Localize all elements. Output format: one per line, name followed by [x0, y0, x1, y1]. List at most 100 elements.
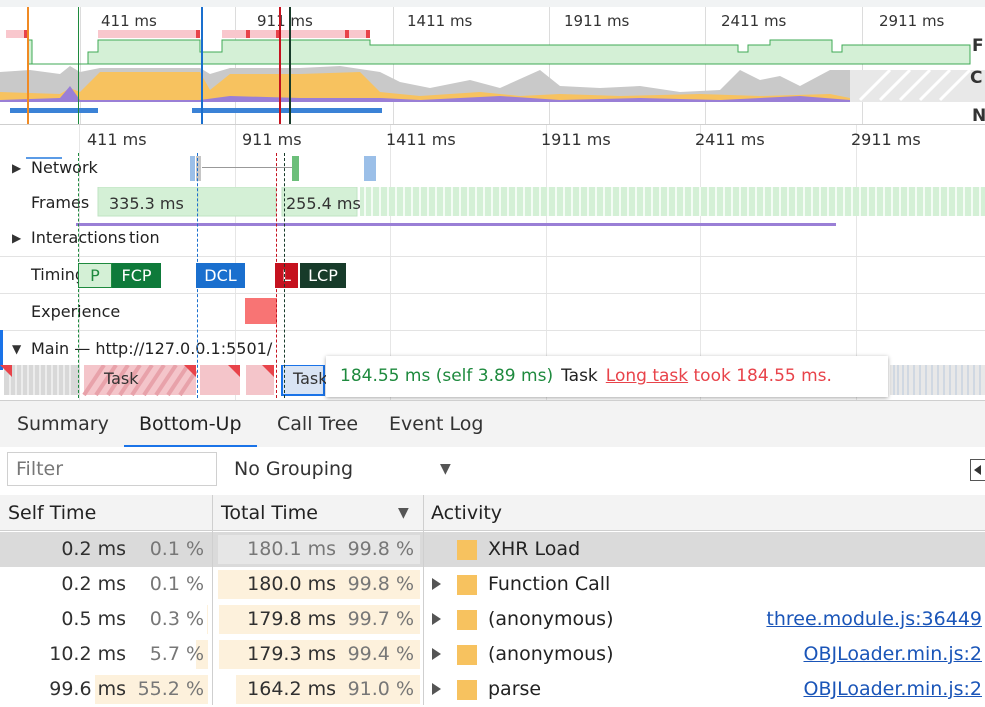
- table-row[interactable]: 99.6 ms 55.2 % 164.2 ms 91.0 % parse OBJLoade…: [0, 672, 985, 707]
- table-row[interactable]: 0.5 ms 0.3 % 179.8 ms 99.7 % (anonymous) thre…: [0, 602, 985, 637]
- activity-name: Function Call: [488, 573, 611, 595]
- chevron-down-icon: ▼: [440, 461, 451, 477]
- load-line: [276, 153, 277, 398]
- total-time-percent: 91.0 %: [347, 678, 414, 700]
- network-track-label[interactable]: Network: [31, 158, 98, 177]
- self-time-value: 10.2 ms: [49, 643, 126, 665]
- scripting-category-icon: [457, 540, 477, 560]
- tooltip-suffix: took 184.55 ms.: [693, 366, 832, 386]
- total-time-percent: 99.8 %: [347, 538, 414, 560]
- timeline-tick-label: 1911 ms: [541, 130, 611, 149]
- frame-duration[interactable]: 335.3 ms: [109, 194, 184, 213]
- timeline-tick-label: 2411 ms: [695, 130, 765, 149]
- self-time-percent: 0.1 %: [149, 573, 204, 595]
- lcp-line: [284, 153, 285, 398]
- track-divider: [0, 293, 985, 294]
- fcp-marker[interactable]: FCP: [112, 263, 161, 288]
- dcl-marker[interactable]: DCL: [196, 263, 245, 288]
- scripting-category-icon: [457, 680, 477, 700]
- column-divider: [212, 495, 213, 705]
- main-track-label[interactable]: Main — http://127.0.0.1:5501/: [31, 339, 272, 358]
- self-time-value: 0.2 ms: [61, 573, 126, 595]
- column-divider: [423, 495, 424, 705]
- timeline-tick-label: 411 ms: [87, 130, 147, 149]
- grouping-select[interactable]: No Grouping ▼: [234, 452, 459, 486]
- scripting-category-icon: [457, 610, 477, 630]
- overview-net-label: N: [972, 106, 985, 126]
- total-time-value: 180.1 ms: [247, 538, 336, 560]
- load-marker[interactable]: L: [275, 263, 298, 288]
- interactions-expand-icon[interactable]: ▶: [12, 231, 21, 245]
- self-time-percent: 55.2 %: [137, 678, 204, 700]
- task-tooltip: 184.55 ms (self 3.89 ms) Task Long task to…: [326, 356, 888, 397]
- self-time-value: 0.2 ms: [61, 538, 126, 560]
- long-task-link[interactable]: Long task: [606, 366, 688, 386]
- frames-track-label[interactable]: Frames: [31, 193, 89, 212]
- total-time-value: 180.0 ms: [247, 573, 336, 595]
- expand-row-icon[interactable]: [432, 578, 441, 590]
- timeline-overview[interactable]: 411 ms 911 ms 1411 ms 1911 ms 2411 ms 29…: [0, 0, 985, 126]
- total-time-value: 179.3 ms: [247, 643, 336, 665]
- self-time-percent: 5.7 %: [149, 643, 204, 665]
- self-time-bar: [207, 605, 208, 634]
- main-task-label[interactable]: Task: [104, 369, 139, 388]
- total-time-percent: 99.4 %: [347, 643, 414, 665]
- expand-row-icon[interactable]: [432, 683, 441, 695]
- total-time-header-label: Total Time: [221, 502, 318, 524]
- grouping-value: No Grouping: [234, 458, 354, 480]
- network-track-graph: [26, 156, 376, 181]
- network-expand-icon[interactable]: ▶: [12, 161, 21, 175]
- source-link[interactable]: three.module.js:36449: [766, 602, 982, 637]
- main-task-label-selected[interactable]: Task: [293, 369, 328, 388]
- tab-call-tree[interactable]: Call Tree: [277, 401, 358, 447]
- table-row[interactable]: 10.2 ms 5.7 % 179.3 ms 99.4 % (anonymous) OBJ…: [0, 637, 985, 672]
- scripting-category-icon: [457, 645, 477, 665]
- expand-row-icon[interactable]: [432, 648, 441, 660]
- overview-activity-graph: [0, 7, 985, 124]
- tab-summary[interactable]: Summary: [17, 401, 109, 447]
- track-divider: [0, 330, 985, 331]
- frame-duration[interactable]: 255.4 ms: [286, 194, 361, 213]
- main-collapse-icon[interactable]: ▼: [12, 342, 21, 356]
- details-tab-bar: Summary Bottom-Up Call Tree Event Log: [0, 400, 985, 448]
- scripting-category-icon: [457, 575, 477, 595]
- total-time-header[interactable]: Total Time ▼: [213, 495, 423, 531]
- timeline-tick-label: 1411 ms: [386, 130, 456, 149]
- tab-bottom-up[interactable]: Bottom-Up: [124, 401, 257, 447]
- activity-name: parse: [488, 678, 542, 700]
- total-time-percent: 99.8 %: [347, 573, 414, 595]
- timeline-tick-label: 911 ms: [242, 130, 302, 149]
- tooltip-duration: 184.55 ms (self 3.89 ms): [340, 366, 554, 386]
- track-divider: [0, 256, 985, 257]
- total-time-value: 164.2 ms: [247, 678, 336, 700]
- dcl-line: [197, 153, 198, 398]
- bottom-up-table: Self Time Total Time ▼ Activity 0.2 ms 0.…: [0, 495, 985, 705]
- activity-header[interactable]: Activity: [423, 495, 985, 531]
- table-row[interactable]: 0.2 ms 0.1 % 180.1 ms 99.8 % XHR Load: [0, 532, 985, 567]
- fp-marker[interactable]: P: [78, 263, 112, 288]
- table-row[interactable]: 0.2 ms 0.1 % 180.0 ms 99.8 % Function Call: [0, 567, 985, 602]
- self-time-percent: 0.1 %: [149, 538, 204, 560]
- overview-cpu-label: C: [970, 68, 983, 88]
- self-time-value: 99.6 ms: [49, 678, 126, 700]
- total-time-value: 179.8 ms: [247, 608, 336, 630]
- activity-name: (anonymous): [488, 643, 614, 665]
- layout-shift-block[interactable]: [245, 298, 277, 324]
- overview-fps-label: F: [972, 36, 984, 56]
- sidebar-toggle-icon[interactable]: [970, 459, 985, 481]
- experience-track-label[interactable]: Experience: [31, 302, 120, 321]
- filter-input[interactable]: [7, 452, 217, 486]
- fp-line: [78, 153, 79, 398]
- activity-name: XHR Load: [488, 538, 581, 560]
- expand-row-icon[interactable]: [432, 613, 441, 625]
- interactions-overlap-text: tion: [129, 228, 160, 247]
- total-time-percent: 99.7 %: [347, 608, 414, 630]
- tooltip-task-name: Task: [561, 366, 598, 386]
- tab-event-log[interactable]: Event Log: [389, 401, 483, 447]
- lcp-marker[interactable]: LCP: [300, 263, 346, 288]
- source-link[interactable]: OBJLoader.min.js:2: [803, 637, 982, 672]
- source-link[interactable]: OBJLoader.min.js:2: [803, 672, 982, 707]
- sort-desc-icon: ▼: [398, 505, 409, 521]
- self-time-header[interactable]: Self Time: [0, 495, 212, 531]
- timeline-tick-label: 2911 ms: [851, 130, 921, 149]
